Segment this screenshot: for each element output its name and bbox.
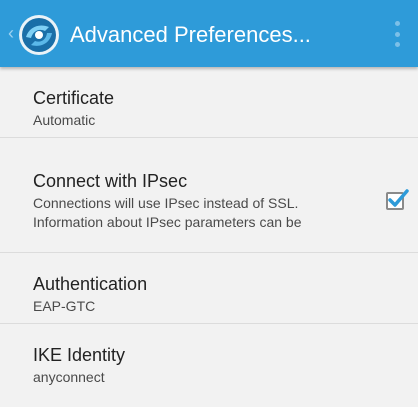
more-vert-icon[interactable] xyxy=(393,21,401,47)
pref-connect-ipsec-title: Connect with IPsec xyxy=(33,171,188,191)
app-bar: ‹ Advanced Preferences... xyxy=(0,0,418,67)
pref-ike-identity-summary: anyconnect xyxy=(33,369,105,385)
pref-authentication[interactable]: Authentication EAP-GTC xyxy=(0,253,418,323)
pref-authentication-summary: EAP-GTC xyxy=(33,298,96,314)
page-title: Advanced Preferences... xyxy=(70,22,311,47)
pref-authentication-title: Authentication xyxy=(33,274,148,294)
anyconnect-logo[interactable] xyxy=(17,13,61,57)
pref-certificate[interactable]: Certificate Automatic xyxy=(0,67,418,137)
pref-certificate-title: Certificate xyxy=(33,88,115,108)
pref-connect-ipsec[interactable]: Connect with IPsec Connections will use … xyxy=(0,138,418,252)
pref-connect-ipsec-summary-line1: Connections will use IPsec instead of SS… xyxy=(33,195,299,211)
pref-ike-identity-title: IKE Identity xyxy=(33,345,126,365)
pref-connect-ipsec-summary-line2: Information about IPsec parameters can b… xyxy=(33,214,302,230)
pref-certificate-summary: Automatic xyxy=(33,112,96,128)
ipsec-checkbox[interactable] xyxy=(386,189,409,210)
pref-ike-identity[interactable]: IKE Identity anyconnect xyxy=(0,324,418,407)
